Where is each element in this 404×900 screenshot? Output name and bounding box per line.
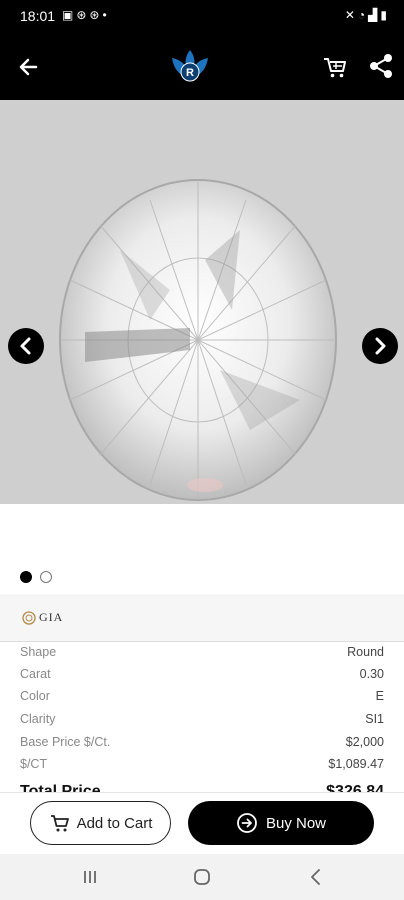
spec-row-price-per-carat: $/CT $1,089.47 bbox=[20, 754, 384, 776]
spec-row-shape: Shape Round bbox=[20, 642, 384, 664]
image-icon: ▣ bbox=[62, 8, 77, 22]
dot-icon: • bbox=[102, 8, 110, 22]
status-bar: 18:01 ▣⊛⊛• ✕◔▟▮ bbox=[0, 0, 404, 34]
total-price-label: Total Price bbox=[20, 783, 101, 792]
home-button[interactable] bbox=[190, 865, 214, 889]
lotus-logo-icon: R bbox=[172, 50, 208, 82]
home-icon bbox=[194, 869, 210, 885]
spec-row-clarity: Clarity SI1 bbox=[20, 709, 384, 731]
spec-value: SI1 bbox=[365, 712, 384, 726]
spec-value: $2,000 bbox=[345, 735, 384, 749]
cart-button[interactable] bbox=[320, 52, 350, 82]
add-to-cart-button[interactable]: Add to Cart bbox=[30, 801, 171, 845]
system-back-button[interactable] bbox=[304, 865, 328, 889]
cart-icon bbox=[324, 58, 346, 78]
certificate-section: GIA bbox=[0, 594, 404, 642]
spec-value: Round bbox=[347, 645, 384, 659]
certificate-label: GIA bbox=[39, 610, 64, 624]
notification-icons: ▣⊛⊛• bbox=[62, 8, 110, 22]
system-icons: ✕◔▟▮ bbox=[345, 8, 390, 22]
arrow-circle-right-icon bbox=[237, 813, 257, 833]
spec-label: $/CT bbox=[20, 757, 48, 771]
pagination-dot[interactable] bbox=[40, 571, 52, 583]
wifi-icon: ◔ bbox=[357, 8, 369, 22]
gia-seal-icon bbox=[22, 610, 36, 625]
arrow-left-icon bbox=[19, 58, 38, 76]
spec-label: Clarity bbox=[20, 712, 56, 726]
total-price-value: $326.84 bbox=[326, 783, 384, 792]
product-image-gallery[interactable] bbox=[0, 100, 404, 504]
gia-logo[interactable]: GIA bbox=[22, 610, 63, 625]
app-bar: R bbox=[0, 34, 404, 100]
chevron-left-icon bbox=[311, 869, 320, 885]
system-navigation-bar bbox=[0, 854, 404, 900]
spec-value: $1,089.47 bbox=[328, 757, 384, 771]
battery-icon: ▮ bbox=[380, 8, 390, 22]
specifications-list: Shape Round Carat 0.30 Color E Clarity S… bbox=[0, 642, 404, 792]
cart-icon bbox=[50, 815, 69, 832]
brand-logo: R bbox=[166, 48, 214, 88]
recent-apps-button[interactable] bbox=[78, 865, 102, 889]
bottom-action-bar: Add to Cart Buy Now bbox=[0, 792, 404, 854]
back-button[interactable] bbox=[12, 50, 46, 84]
spec-label: Shape bbox=[20, 645, 57, 659]
spec-row-color: Color E bbox=[20, 686, 384, 708]
pagination-dot-active[interactable] bbox=[20, 571, 32, 583]
status-time: 18:01 bbox=[20, 8, 56, 24]
chevron-left-icon bbox=[20, 337, 31, 355]
buy-now-label: Buy Now bbox=[265, 814, 327, 832]
diamond-image bbox=[59, 179, 337, 501]
add-to-cart-label: Add to Cart bbox=[76, 814, 153, 832]
share-icon bbox=[370, 54, 392, 78]
spec-row-carat: Carat 0.30 bbox=[20, 664, 384, 686]
spec-value: E bbox=[375, 689, 384, 703]
sync-icon: ⊛ bbox=[89, 8, 103, 22]
next-image-button[interactable] bbox=[362, 328, 398, 364]
total-price-row: Total Price $326.84 bbox=[20, 780, 384, 792]
chevron-right-icon bbox=[375, 337, 386, 355]
recent-apps-icon bbox=[84, 871, 96, 883]
mute-icon: ✕ bbox=[344, 8, 358, 22]
signal-icon: ▟ bbox=[368, 8, 381, 22]
spec-row-base-price: Base Price $/Ct. $2,000 bbox=[20, 732, 384, 754]
share-button[interactable] bbox=[366, 50, 396, 82]
spec-label: Carat bbox=[20, 667, 51, 681]
spec-label: Base Price $/Ct. bbox=[20, 735, 111, 749]
buy-now-button[interactable]: Buy Now bbox=[188, 801, 374, 845]
previous-image-button[interactable] bbox=[8, 328, 44, 364]
spec-value: 0.30 bbox=[359, 667, 384, 681]
spec-label: Color bbox=[20, 689, 50, 703]
sync-icon: ⊛ bbox=[76, 8, 90, 22]
logo-letter: R bbox=[186, 67, 194, 79]
